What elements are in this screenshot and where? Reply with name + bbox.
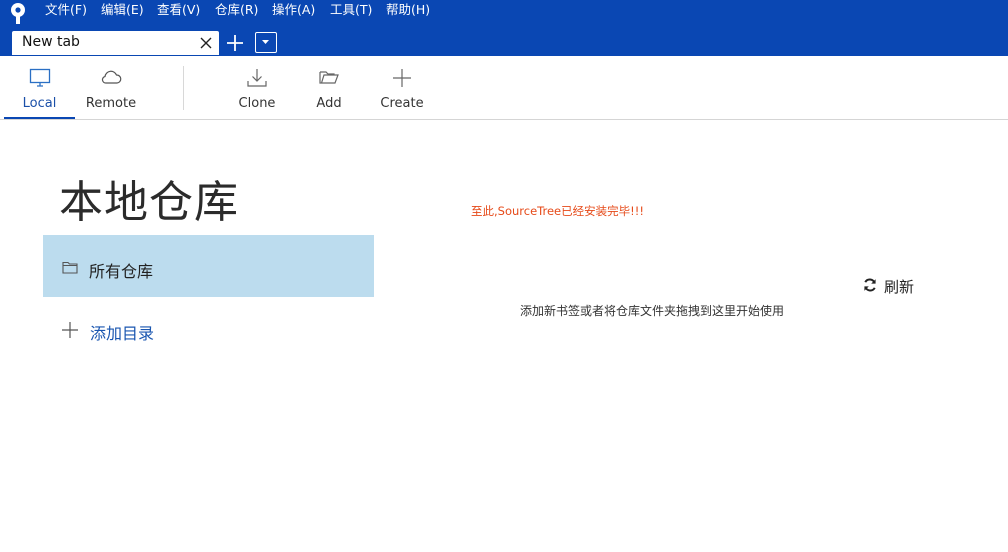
active-tab-indicator bbox=[4, 117, 75, 119]
tab-new-tab[interactable]: New tab bbox=[12, 31, 219, 55]
add-button[interactable]: Add bbox=[304, 56, 354, 119]
refresh-label: 刷新 bbox=[884, 278, 915, 296]
refresh-icon bbox=[864, 278, 876, 292]
folder-icon bbox=[62, 261, 78, 274]
monitor-icon bbox=[29, 68, 50, 87]
add-label: Add bbox=[316, 96, 342, 111]
plus-icon bbox=[393, 69, 411, 87]
title-bar: 文件(F) 编辑(E) 查看(V) 仓库(R) 操作(A) 工具(T) 帮助(H… bbox=[0, 0, 1008, 56]
menu-view[interactable]: 查看(V) bbox=[157, 2, 200, 18]
tab-menu-button[interactable] bbox=[255, 32, 277, 53]
close-icon[interactable] bbox=[200, 37, 212, 49]
local-button[interactable]: Local bbox=[4, 56, 75, 119]
menu-bar: 文件(F) 编辑(E) 查看(V) 仓库(R) 操作(A) 工具(T) 帮助(H… bbox=[0, 0, 1008, 24]
menu-repository[interactable]: 仓库(R) bbox=[215, 2, 258, 18]
toolbar: Local Remote Clone Add Create bbox=[0, 56, 1008, 120]
plus-icon[interactable] bbox=[62, 322, 78, 338]
cloud-icon bbox=[101, 70, 122, 84]
remote-label: Remote bbox=[85, 96, 137, 111]
menu-file[interactable]: 文件(F) bbox=[45, 2, 87, 18]
add-directory-link[interactable]: 添加目录 bbox=[90, 320, 154, 344]
menu-actions[interactable]: 操作(A) bbox=[272, 2, 315, 18]
annotation-text: 至此,SourceTree已经安装完毕!!! bbox=[471, 204, 644, 218]
create-button[interactable]: Create bbox=[374, 56, 430, 119]
menu-edit[interactable]: 编辑(E) bbox=[101, 2, 144, 18]
remote-button[interactable]: Remote bbox=[75, 56, 147, 119]
download-icon bbox=[247, 69, 267, 87]
tab-title: New tab bbox=[22, 34, 80, 50]
menu-tools[interactable]: 工具(T) bbox=[330, 2, 372, 18]
local-label: Local bbox=[22, 96, 57, 111]
menu-help[interactable]: 帮助(H) bbox=[386, 2, 430, 18]
plus-icon[interactable] bbox=[226, 33, 244, 53]
chevron-down-icon bbox=[262, 40, 269, 44]
create-label: Create bbox=[380, 96, 424, 111]
toolbar-divider bbox=[183, 66, 184, 110]
page-title: 本地仓库 bbox=[59, 177, 239, 228]
empty-state-hint: 添加新书签或者将仓库文件夹拖拽到这里开始使用 bbox=[520, 304, 785, 318]
sourcetree-logo-icon bbox=[11, 3, 25, 24]
folder-open-icon bbox=[319, 71, 339, 84]
sidebar-item-label: 所有仓库 bbox=[89, 262, 154, 281]
clone-label: Clone bbox=[238, 96, 276, 111]
clone-button[interactable]: Clone bbox=[228, 56, 286, 119]
